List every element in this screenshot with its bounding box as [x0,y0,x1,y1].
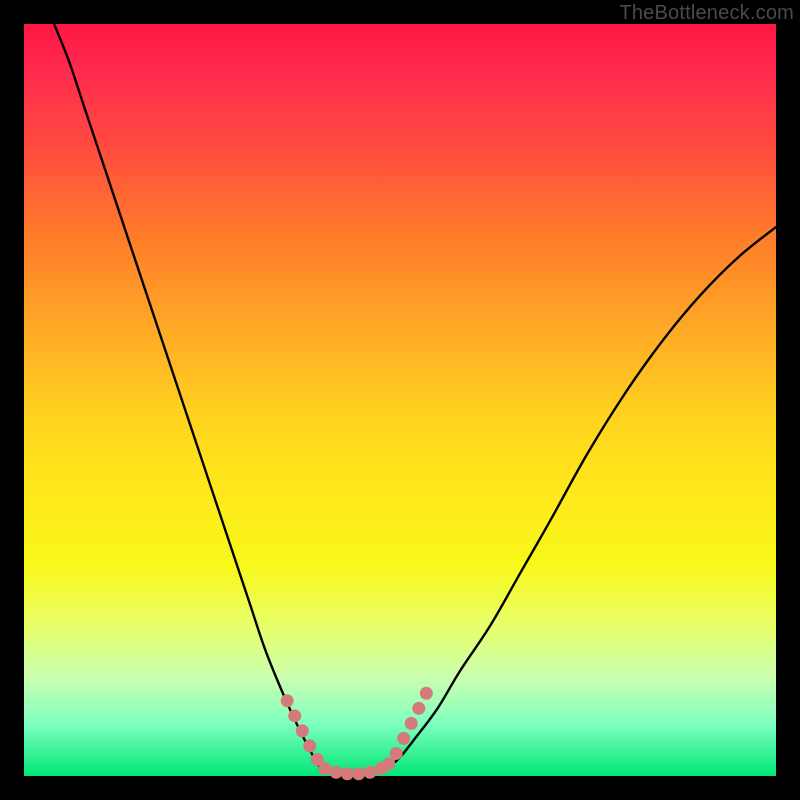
watermark-text: TheBottleneck.com [619,2,794,25]
valley-marker [405,717,418,730]
series-group [54,24,776,774]
chart-frame: TheBottleneck.com [0,0,800,800]
valley-marker [330,766,343,779]
valley-marker [318,762,331,775]
valley-marker [390,747,403,760]
bottleneck-curve [54,24,776,774]
valley-marker [382,757,395,770]
valley-marker [363,766,376,779]
valley-marker [352,767,365,780]
marker-group [281,687,433,780]
valley-marker [288,709,301,722]
valley-marker [296,724,309,737]
curve-layer [24,24,776,776]
valley-marker [397,732,410,745]
valley-marker [281,694,294,707]
valley-marker [412,702,425,715]
valley-marker [341,767,354,780]
valley-marker [420,687,433,700]
plot-area-outer [24,24,776,776]
valley-marker [303,739,316,752]
